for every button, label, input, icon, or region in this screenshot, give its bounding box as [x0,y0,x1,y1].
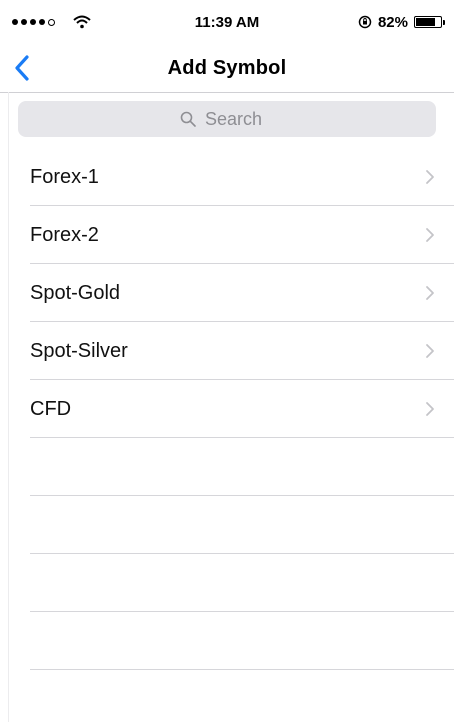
list-item[interactable]: CFD [0,380,454,438]
list-item-label: Forex-1 [30,165,99,188]
chevron-right-icon [424,168,436,186]
list-item[interactable]: Spot-Gold [0,264,454,322]
list-item[interactable]: Forex-2 [0,206,454,264]
chevron-right-icon [424,400,436,418]
signal-dot [21,19,27,25]
status-right: 82% [312,13,445,31]
list-item[interactable]: Forex-1 [0,148,454,206]
battery-fill [416,18,436,26]
search-input[interactable] [205,108,275,130]
status-time: 11:39 AM [194,13,260,31]
status-bar: 11:39 AM 82% [0,0,454,44]
chevron-right-icon [424,284,436,302]
signal-strength-icon [12,18,55,26]
symbol-list: Forex-1 Forex-2 Spot-Gold Spot-Silver CFD [0,148,454,438]
list-item[interactable]: Spot-Silver [0,322,454,380]
signal-dot [30,19,36,25]
search-icon [179,110,197,128]
signal-dot [39,19,45,25]
signal-dot-empty [48,18,55,26]
chevron-right-icon [424,226,436,244]
wifi-icon [71,13,93,31]
list-item-label: Spot-Gold [30,281,121,304]
nav-divider [0,92,454,93]
empty-row [0,554,454,612]
list-item-label: Spot-Silver [30,339,128,362]
empty-row [0,612,454,670]
empty-row [0,496,454,554]
empty-list-area [0,438,454,670]
battery-percent: 82% [377,13,408,31]
orientation-lock-icon [358,15,372,29]
chevron-left-icon [15,55,29,81]
search-bar[interactable] [18,101,436,137]
chevron-right-icon [424,342,436,360]
battery-icon [414,16,445,28]
list-item-label: Forex-2 [30,223,99,246]
signal-dot [12,19,18,25]
page-title: Add Symbol [167,56,287,79]
back-button[interactable] [14,52,50,84]
navigation-bar: Add Symbol [0,44,454,92]
empty-row [0,438,454,496]
list-item-label: CFD [30,397,72,420]
status-left [12,13,142,31]
